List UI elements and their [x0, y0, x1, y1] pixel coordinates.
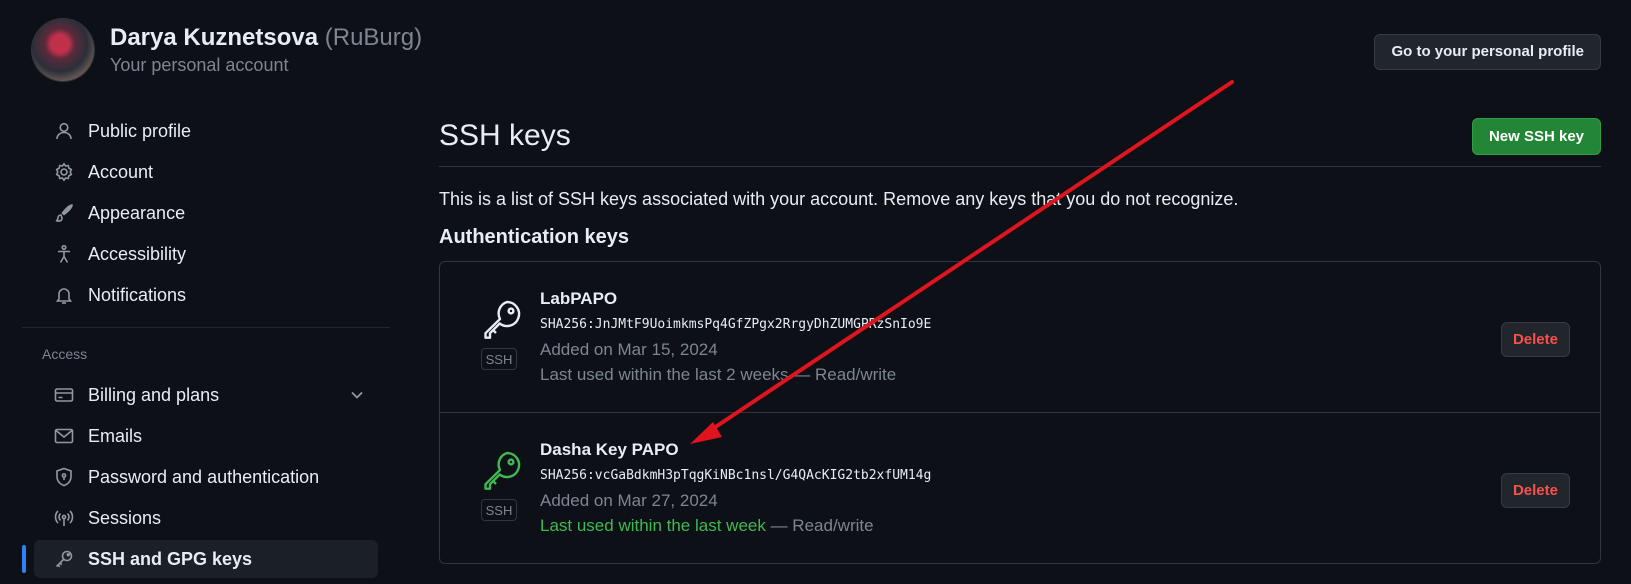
- sidebar-item-label: Account: [88, 161, 154, 182]
- ssh-key-row: SSH LabPAPO SHA256:JnJMtF9UoimkmsPq4GfZP…: [440, 262, 1600, 412]
- bell-icon: [54, 285, 74, 305]
- new-ssh-key-button[interactable]: New SSH key: [1471, 117, 1601, 155]
- account-subtitle: Your personal account: [110, 55, 289, 75]
- key-fingerprint: SHA256:vcGaBdkmH3pTqgKiNBc1nsl/G4QAcKIG2…: [540, 468, 932, 483]
- sidebar-item-password-authentication[interactable]: Password and authentication: [34, 458, 378, 496]
- key-icon: [480, 298, 524, 342]
- page-header: SSH keys New SSH key: [439, 112, 1601, 167]
- credit-card-icon: [54, 385, 74, 405]
- settings-sidebar: Public profile Account Appearance Access…: [22, 112, 390, 581]
- key-added-date: Added on Mar 15, 2024: [540, 340, 718, 359]
- ssh-badge: SSH: [481, 499, 517, 521]
- sidebar-item-account[interactable]: Account: [34, 153, 378, 191]
- sidebar-section-access: Access: [42, 346, 88, 362]
- shield-lock-icon: [54, 467, 74, 487]
- sidebar-item-label: Public profile: [88, 120, 192, 141]
- ssh-key-row: SSH Dasha Key PAPO SHA256:vcGaBdkmH3pTqg…: [440, 412, 1600, 563]
- sidebar-item-billing[interactable]: Billing and plans: [34, 376, 378, 414]
- gear-icon: [54, 162, 74, 182]
- key-info: LabPAPO SHA256:JnJMtF9UoimkmsPq4GfZPgx2R…: [540, 288, 931, 388]
- key-icon: [480, 449, 524, 493]
- key-access-level: — Read/write: [788, 365, 897, 384]
- key-added-date: Added on Mar 27, 2024: [540, 491, 718, 510]
- sidebar-item-sessions[interactable]: Sessions: [34, 499, 378, 537]
- account-header: Darya Kuznetsova (RuBurg) Your personal …: [32, 19, 422, 81]
- account-handle: (RuBurg): [324, 24, 423, 51]
- key-icon: [54, 549, 74, 569]
- sidebar-item-label: Password and authentication: [88, 466, 320, 487]
- sidebar-item-emails[interactable]: Emails: [34, 417, 378, 455]
- key-name: LabPAPO: [540, 289, 618, 308]
- intro-text: This is a list of SSH keys associated wi…: [439, 189, 1239, 209]
- key-last-used: Last used within the last week — Read/wr…: [540, 513, 931, 539]
- sidebar-item-label: Emails: [88, 425, 143, 446]
- avatar[interactable]: [32, 19, 94, 81]
- sidebar-item-public-profile[interactable]: Public profile: [34, 112, 378, 150]
- go-to-profile-button[interactable]: Go to your personal profile: [1374, 34, 1601, 70]
- sidebar-divider: [22, 327, 390, 328]
- sidebar-item-ssh-gpg-keys[interactable]: SSH and GPG keys: [22, 540, 378, 578]
- key-last-used-text: Last used within the last 2 weeks: [540, 365, 789, 384]
- account-header-text: Darya Kuznetsova (RuBurg) Your personal …: [110, 23, 422, 77]
- key-access-level: — Read/write: [765, 516, 874, 535]
- mail-icon: [54, 426, 74, 446]
- delete-key-button[interactable]: Delete: [1500, 473, 1570, 508]
- page-title: SSH keys: [439, 119, 571, 152]
- chevron-down-icon[interactable]: [348, 386, 366, 404]
- ssh-key-list: SSH LabPAPO SHA256:JnJMtF9UoimkmsPq4GfZP…: [439, 261, 1601, 564]
- sidebar-item-accessibility[interactable]: Accessibility: [34, 235, 378, 273]
- key-fingerprint: SHA256:JnJMtF9UoimkmsPq4GfZPgx2RrgyDhZUM…: [540, 317, 932, 332]
- key-last-used-text: Last used within the last week: [540, 516, 766, 535]
- sidebar-item-notifications[interactable]: Notifications: [34, 276, 378, 314]
- sidebar-item-label: SSH and GPG keys: [88, 548, 253, 569]
- key-name: Dasha Key PAPO: [540, 440, 679, 459]
- delete-key-button[interactable]: Delete: [1500, 322, 1570, 357]
- account-name-line: Darya Kuznetsova (RuBurg): [110, 23, 422, 53]
- accessibility-icon: [54, 244, 74, 264]
- broadcast-icon: [54, 508, 74, 528]
- paintbrush-icon: [54, 203, 74, 223]
- sidebar-item-label: Appearance: [88, 202, 186, 223]
- section-title: Authentication keys: [439, 226, 630, 248]
- sidebar-item-label: Notifications: [88, 284, 187, 305]
- key-last-used: Last used within the last 2 weeks — Read…: [540, 362, 931, 388]
- key-info: Dasha Key PAPO SHA256:vcGaBdkmH3pTqgKiNB…: [540, 439, 931, 539]
- sidebar-item-label: Accessibility: [88, 243, 187, 264]
- active-indicator: [22, 545, 26, 573]
- ssh-badge: SSH: [481, 348, 517, 370]
- sidebar-item-label: Sessions: [88, 507, 162, 528]
- person-icon: [54, 121, 74, 141]
- main-content: SSH keys New SSH key This is a list of S…: [439, 112, 1601, 564]
- sidebar-item-label: Billing and plans: [88, 384, 220, 405]
- account-name: Darya Kuznetsova: [110, 24, 319, 51]
- sidebar-item-appearance[interactable]: Appearance: [34, 194, 378, 232]
